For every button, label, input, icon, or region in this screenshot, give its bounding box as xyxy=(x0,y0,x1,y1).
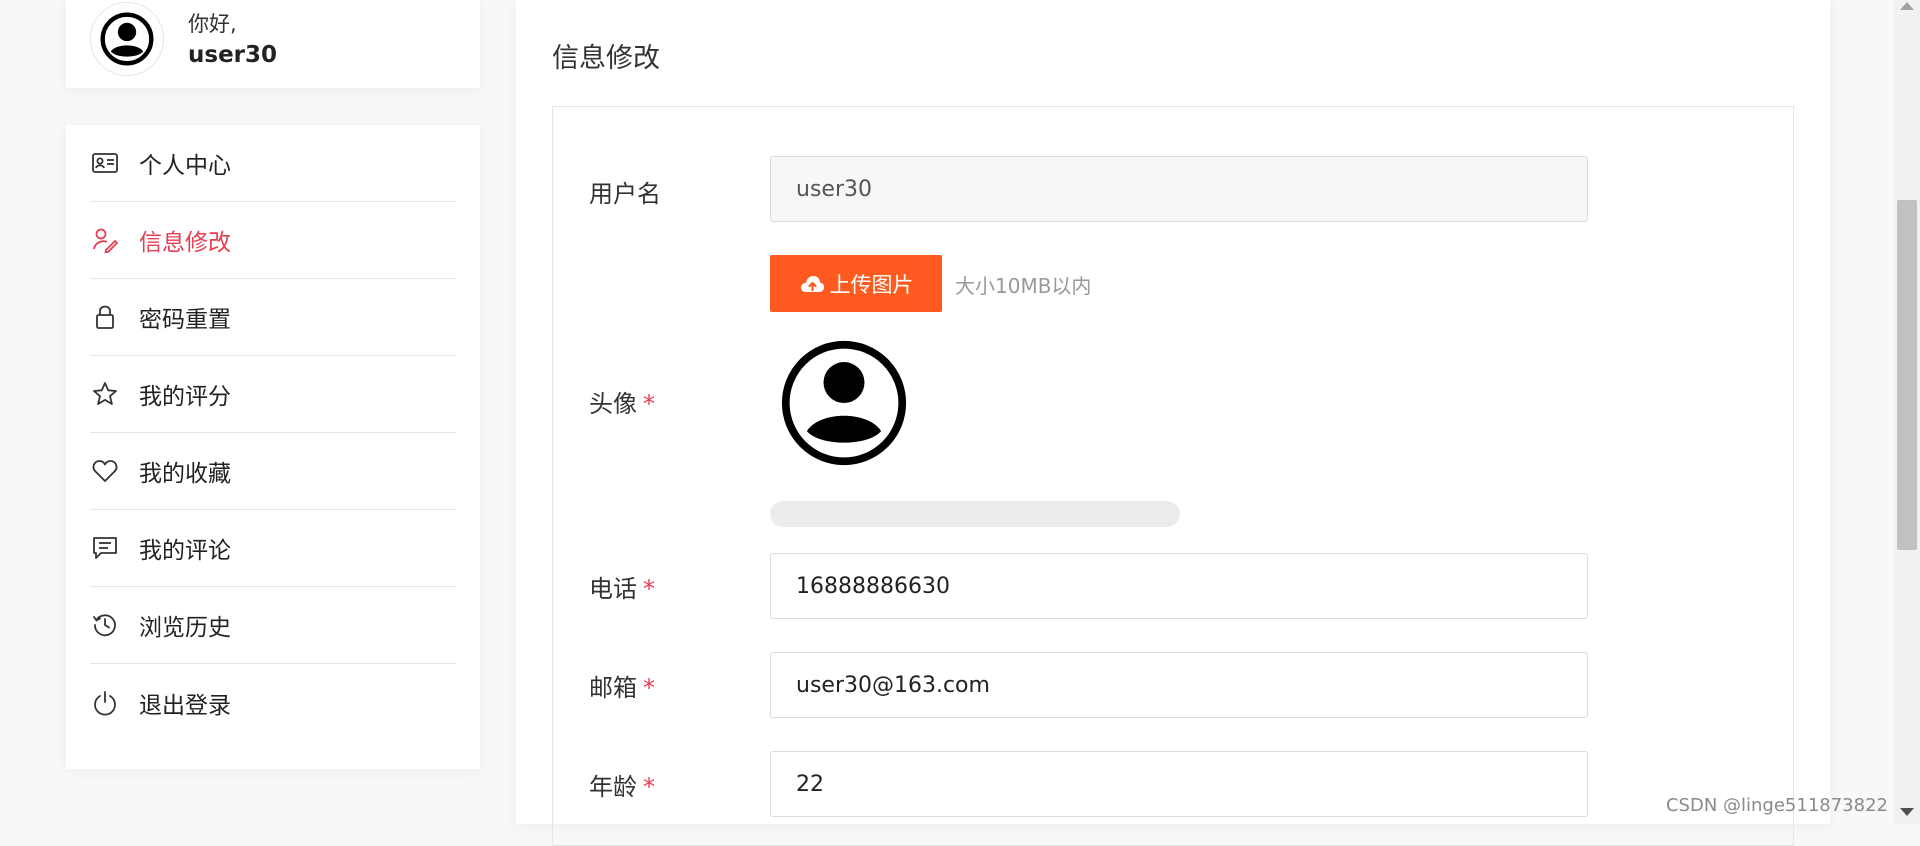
user-edit-icon xyxy=(92,227,118,253)
sidebar-item-label: 我的评论 xyxy=(139,538,231,564)
email-label: 邮箱 * xyxy=(589,668,655,703)
cloud-upload-icon xyxy=(799,274,825,294)
upload-hint: 大小10MB以内 xyxy=(955,274,1092,298)
sidebar-item-my-ratings[interactable]: 我的评分 xyxy=(90,356,456,433)
sidebar-item-profile-center[interactable]: 个人中心 xyxy=(90,125,456,202)
avatar-label: 头像 * xyxy=(589,384,655,419)
age-label-text: 年龄 xyxy=(589,773,637,801)
id-card-icon xyxy=(92,150,118,176)
heart-icon xyxy=(92,458,118,484)
required-mark: * xyxy=(643,575,655,603)
lock-icon xyxy=(92,304,118,330)
sidebar-item-reset-password[interactable]: 密码重置 xyxy=(90,279,456,356)
upload-button-label: 上传图片 xyxy=(829,272,914,297)
user-avatar-icon xyxy=(781,340,907,466)
scroll-up-arrow-icon[interactable] xyxy=(1900,2,1914,10)
phone-label: 电话 * xyxy=(589,569,655,604)
required-mark: * xyxy=(643,674,655,702)
scrollbar-thumb[interactable] xyxy=(1897,200,1917,550)
star-icon xyxy=(92,381,118,407)
comment-icon xyxy=(92,535,118,561)
upload-image-button[interactable]: 上传图片 xyxy=(770,255,942,312)
sidebar-item-my-favorites[interactable]: 我的收藏 xyxy=(90,433,456,510)
avatar[interactable] xyxy=(90,2,164,76)
user-avatar-icon xyxy=(100,12,154,66)
profile-edit-form: 用户名 头像* 上传图片 大小10MB以内 xyxy=(552,106,1794,846)
sidebar-item-my-comments[interactable]: 我的评论 xyxy=(90,510,456,587)
sidebar-item-logout[interactable]: 退出登录 xyxy=(90,664,456,741)
username-field[interactable] xyxy=(770,156,1588,222)
upload-progress-bar xyxy=(770,501,1180,527)
sidebar-item-label: 信息修改 xyxy=(139,230,231,256)
power-icon xyxy=(92,690,118,716)
sidebar-menu: 个人中心 信息修改 密码重置 我的评分 我的收藏 我的评论 浏览历史 退出登录 xyxy=(66,125,480,769)
username-label-text: 用户名 xyxy=(589,180,661,208)
sidebar-item-browse-history[interactable]: 浏览历史 xyxy=(90,587,456,664)
sidebar-item-label: 浏览历史 xyxy=(139,615,231,641)
watermark: CSDN @linge511873822 xyxy=(1665,795,1888,816)
sidebar-item-label: 我的评分 xyxy=(139,384,231,410)
email-label-text: 邮箱 xyxy=(589,674,637,702)
history-icon xyxy=(92,612,118,638)
user-card: 你好, user30 xyxy=(66,0,480,88)
required-mark: * xyxy=(643,773,655,801)
email-field[interactable] xyxy=(770,652,1588,718)
age-field[interactable] xyxy=(770,751,1588,817)
phone-field[interactable] xyxy=(770,553,1588,619)
sidebar-item-label: 退出登录 xyxy=(139,692,231,719)
sidebar-item-label: 我的收藏 xyxy=(139,461,231,487)
phone-label-text: 电话 xyxy=(589,575,637,603)
age-label: 年龄 * xyxy=(589,767,655,802)
username-display: user30 xyxy=(188,42,278,68)
username-label: 用户名 xyxy=(589,174,661,209)
greeting-text: 你好, xyxy=(188,12,237,36)
avatar-preview xyxy=(780,339,908,471)
page-title: 信息修改 xyxy=(552,43,660,74)
required-mark: * xyxy=(643,390,655,418)
main-content: 信息修改 用户名 头像* 上传图片 大小10MB以内 xyxy=(516,0,1830,846)
sidebar-item-label: 密码重置 xyxy=(139,307,231,333)
sidebar-item-edit-info[interactable]: 信息修改 xyxy=(90,202,456,279)
scroll-down-arrow-icon[interactable] xyxy=(1900,808,1914,816)
avatar-label-text: 头像 xyxy=(589,390,637,418)
sidebar-item-label: 个人中心 xyxy=(139,153,231,179)
